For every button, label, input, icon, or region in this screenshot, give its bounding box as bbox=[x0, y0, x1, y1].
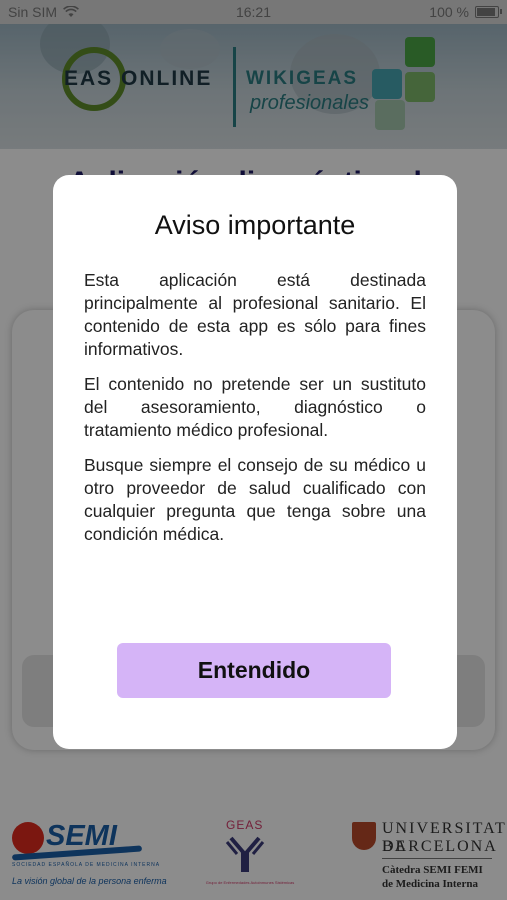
understood-button[interactable]: Entendido bbox=[117, 643, 391, 698]
dialog-paragraph: Busque siempre el consejo de su médico u… bbox=[84, 455, 426, 544]
dialog-paragraph: El contenido no pretende ser un sustitut… bbox=[84, 374, 426, 440]
important-notice-dialog: Aviso importante Esta aplicación está de… bbox=[53, 175, 457, 749]
dialog-title: Aviso importante bbox=[154, 210, 356, 240]
dialog-paragraph: Esta aplicación está destinada principal… bbox=[84, 270, 426, 359]
